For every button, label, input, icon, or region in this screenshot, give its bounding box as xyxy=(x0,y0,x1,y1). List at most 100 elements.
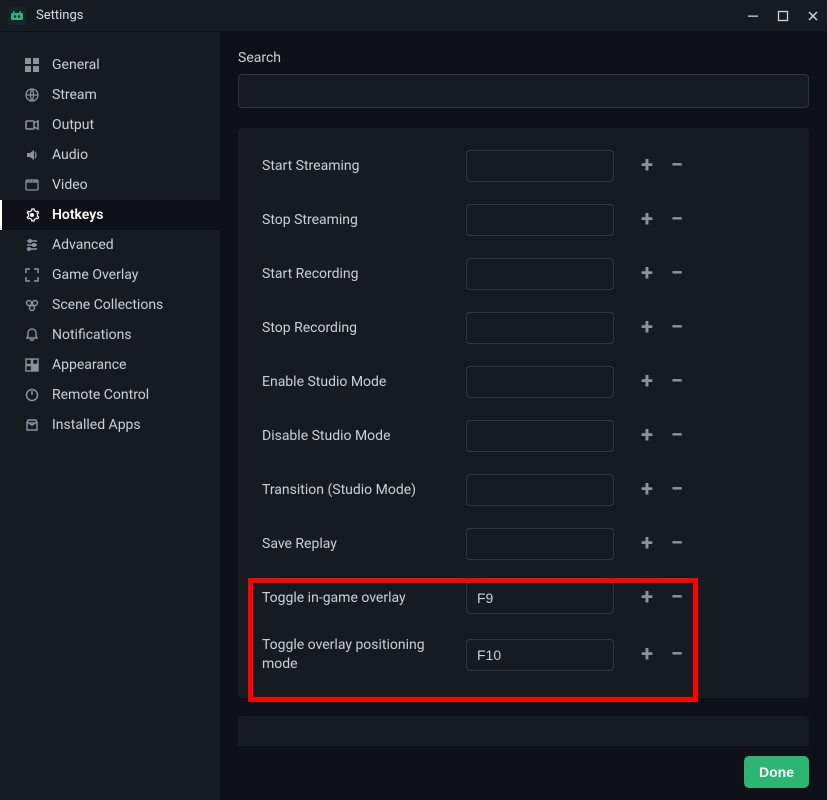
globe-icon xyxy=(24,88,40,102)
sidebar-item-label: Remote Control xyxy=(52,387,149,403)
theme-icon xyxy=(24,358,40,372)
hotkey-label: Toggle in-game overlay xyxy=(262,589,452,608)
hotkey-remove-button[interactable]: − xyxy=(668,427,686,445)
hotkey-label: Disable Studio Mode xyxy=(262,427,452,446)
app-icon xyxy=(8,7,26,25)
hotkey-input-disable-studio[interactable] xyxy=(466,420,614,452)
hotkey-row-stop-recording: Stop Recording + − xyxy=(262,312,785,344)
sidebar-item-label: Audio xyxy=(52,147,88,163)
hotkey-remove-button[interactable]: − xyxy=(668,646,686,664)
sidebar-item-label: Notifications xyxy=(52,327,132,343)
hotkey-label: Stop Recording xyxy=(262,319,452,338)
hotkey-label: Start Recording xyxy=(262,265,452,284)
search-label: Search xyxy=(238,50,809,66)
video-icon xyxy=(24,178,40,192)
sidebar-item-installed-apps[interactable]: Installed Apps xyxy=(0,410,220,440)
store-icon xyxy=(24,418,40,432)
hotkey-input-save-replay[interactable] xyxy=(466,528,614,560)
hotkey-input-stop-streaming[interactable] xyxy=(466,204,614,236)
hotkey-add-button[interactable]: + xyxy=(638,535,656,553)
sidebar-item-label: Advanced xyxy=(52,237,114,253)
hotkey-input-toggle-overlay[interactable] xyxy=(466,582,614,614)
sliders-icon xyxy=(24,238,40,252)
hotkey-label: Enable Studio Mode xyxy=(262,373,452,392)
grid-icon xyxy=(24,58,40,72)
hotkey-input-start-streaming[interactable] xyxy=(466,150,614,182)
hotkey-label: Start Streaming xyxy=(262,157,452,176)
sidebar-item-hotkeys[interactable]: Hotkeys xyxy=(0,200,220,230)
hotkey-label: Transition (Studio Mode) xyxy=(262,481,452,500)
hotkey-remove-button[interactable]: − xyxy=(668,319,686,337)
expand-icon xyxy=(24,268,40,282)
hotkey-row-disable-studio: Disable Studio Mode + − xyxy=(262,420,785,452)
sidebar-item-label: Game Overlay xyxy=(52,267,138,283)
sidebar-item-stream[interactable]: Stream xyxy=(0,80,220,110)
hotkey-label: Stop Streaming xyxy=(262,211,452,230)
hotkey-add-button[interactable]: + xyxy=(638,589,656,607)
hotkey-remove-button[interactable]: − xyxy=(668,535,686,553)
hotkey-row-stop-streaming: Stop Streaming + − xyxy=(262,204,785,236)
hotkey-add-button[interactable]: + xyxy=(638,481,656,499)
hotkey-label: Toggle overlay positioning mode xyxy=(262,636,452,674)
sidebar-item-label: Output xyxy=(52,117,94,133)
sidebar-item-label: Installed Apps xyxy=(52,417,141,433)
hotkey-remove-button[interactable]: − xyxy=(668,373,686,391)
sidebar-item-label: Video xyxy=(52,177,88,193)
sidebar-item-video[interactable]: Video xyxy=(0,170,220,200)
hotkey-remove-button[interactable]: − xyxy=(668,265,686,283)
sidebar-item-audio[interactable]: Audio xyxy=(0,140,220,170)
hotkey-add-button[interactable]: + xyxy=(638,373,656,391)
window-title: Settings xyxy=(36,8,747,23)
hotkey-add-button[interactable]: + xyxy=(638,211,656,229)
content-area: Search Start Streaming + − Stop Streamin… xyxy=(220,32,827,800)
close-button[interactable] xyxy=(807,10,819,22)
hotkey-remove-button[interactable]: − xyxy=(668,481,686,499)
hotkey-remove-button[interactable]: − xyxy=(668,211,686,229)
hotkey-add-button[interactable]: + xyxy=(638,427,656,445)
hotkey-row-enable-studio: Enable Studio Mode + − xyxy=(262,366,785,398)
output-icon xyxy=(24,118,40,132)
hotkey-remove-button[interactable]: − xyxy=(668,589,686,607)
hotkey-input-start-recording[interactable] xyxy=(466,258,614,290)
bell-icon xyxy=(24,328,40,342)
hotkey-label: Save Replay xyxy=(262,535,452,554)
audio-icon xyxy=(24,148,40,162)
gear-icon xyxy=(24,208,40,222)
sidebar-item-scene-collections[interactable]: Scene Collections xyxy=(0,290,220,320)
power-icon xyxy=(24,388,40,402)
hotkey-row-save-replay: Save Replay + − xyxy=(262,528,785,560)
sidebar-item-label: Appearance xyxy=(52,357,126,373)
sidebar-item-game-overlay[interactable]: Game Overlay xyxy=(0,260,220,290)
hotkeys-panel: Start Streaming + − Stop Streaming + − S… xyxy=(238,128,809,698)
done-button[interactable]: Done xyxy=(744,756,809,788)
hotkey-input-toggle-positioning[interactable] xyxy=(466,639,614,671)
hotkey-input-stop-recording[interactable] xyxy=(466,312,614,344)
panel-next-section xyxy=(238,716,809,746)
hotkey-input-enable-studio[interactable] xyxy=(466,366,614,398)
sidebar-item-label: General xyxy=(52,57,100,73)
sidebar-item-remote-control[interactable]: Remote Control xyxy=(0,380,220,410)
hotkey-add-button[interactable]: + xyxy=(638,157,656,175)
sidebar: General Stream Output Audio Video Hotkey… xyxy=(0,32,220,800)
sidebar-item-output[interactable]: Output xyxy=(0,110,220,140)
sidebar-item-label: Stream xyxy=(52,87,97,103)
sidebar-item-label: Hotkeys xyxy=(52,207,103,223)
hotkey-add-button[interactable]: + xyxy=(638,265,656,283)
sidebar-item-label: Scene Collections xyxy=(52,297,163,313)
hotkey-input-transition[interactable] xyxy=(466,474,614,506)
hotkey-row-transition: Transition (Studio Mode) + − xyxy=(262,474,785,506)
minimize-button[interactable] xyxy=(747,10,759,22)
maximize-button[interactable] xyxy=(777,10,789,22)
search-input[interactable] xyxy=(238,74,809,108)
sidebar-item-appearance[interactable]: Appearance xyxy=(0,350,220,380)
sidebar-item-notifications[interactable]: Notifications xyxy=(0,320,220,350)
hotkey-row-toggle-overlay: Toggle in-game overlay + − xyxy=(262,582,785,614)
hotkey-add-button[interactable]: + xyxy=(638,646,656,664)
sidebar-item-general[interactable]: General xyxy=(0,50,220,80)
hotkey-remove-button[interactable]: − xyxy=(668,157,686,175)
hotkey-add-button[interactable]: + xyxy=(638,319,656,337)
sidebar-item-advanced[interactable]: Advanced xyxy=(0,230,220,260)
hotkey-row-start-recording: Start Recording + − xyxy=(262,258,785,290)
collections-icon xyxy=(24,298,40,312)
hotkey-row-toggle-positioning: Toggle overlay positioning mode + − xyxy=(262,636,785,674)
